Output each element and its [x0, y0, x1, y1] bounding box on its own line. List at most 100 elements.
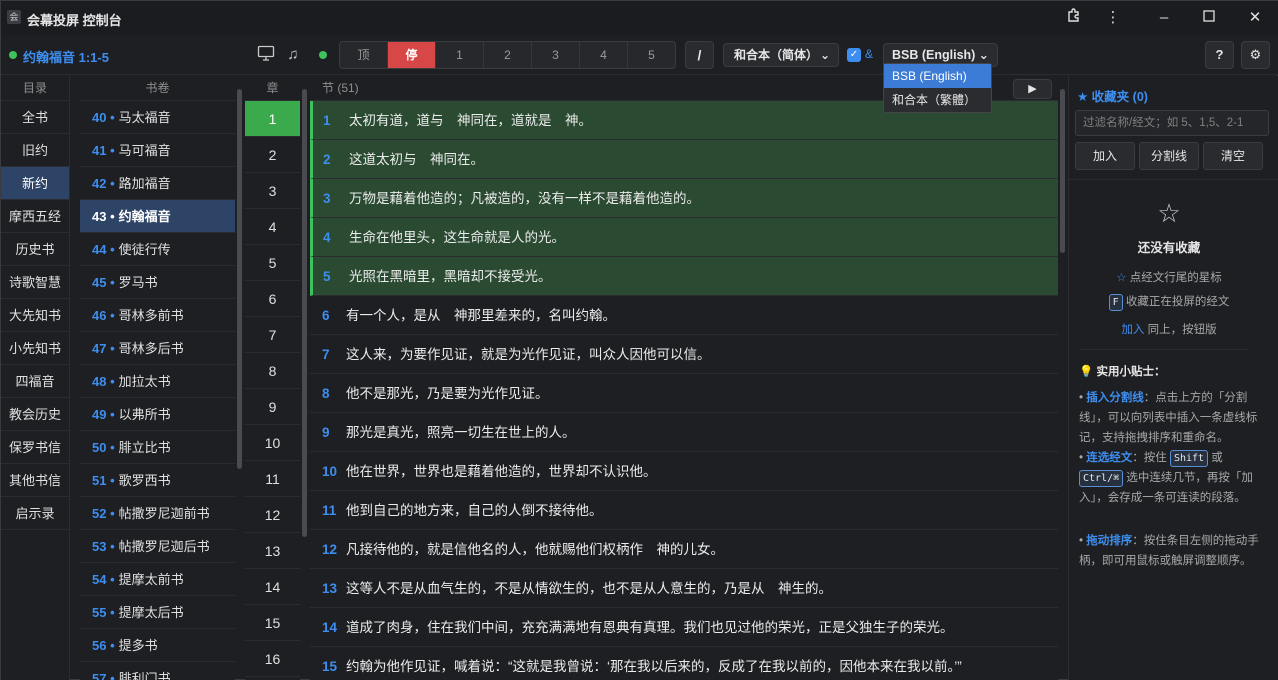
more-menu-icon[interactable]: ⋮ — [1101, 7, 1125, 29]
verse-row[interactable]: 14 道成了肉身，住在我们中间，充充满满地有恩典有真理。我们也见过他的荣光，正是父… — [310, 608, 1058, 647]
settings-gear-icon[interactable]: ⚙ — [1241, 41, 1270, 69]
chapter-item[interactable]: 16 — [245, 641, 300, 677]
book-item[interactable]: 49 • 以弗所书 — [80, 398, 235, 431]
catalog-item[interactable]: 历史书 — [1, 233, 69, 266]
chapter-item[interactable]: 8 — [245, 353, 300, 389]
chapter-item[interactable]: 15 — [245, 605, 300, 641]
chapter-item[interactable]: 12 — [245, 497, 300, 533]
verse-row[interactable]: 10 他在世界，世界也是藉着他造的，世界却不认识他。 — [310, 452, 1058, 491]
chapter-item[interactable]: 13 — [245, 533, 300, 569]
book-item[interactable]: 55 • 提摩太后书 — [80, 596, 235, 629]
catalog-item[interactable]: 全书 — [1, 101, 69, 134]
clear-favorites-button[interactable]: 清空 — [1203, 142, 1263, 170]
add-favorite-button[interactable]: 加入 — [1075, 142, 1135, 170]
chapter-item[interactable]: 5 — [245, 245, 300, 281]
chapter-item[interactable]: 2 — [245, 137, 300, 173]
book-item[interactable]: 53 • 帖撒罗尼迦后书 — [80, 530, 235, 563]
seg-5-button[interactable]: 5 — [628, 42, 675, 68]
catalog-item[interactable]: 摩西五经 — [1, 200, 69, 233]
help-button[interactable]: ? — [1205, 41, 1234, 69]
seg-top-button[interactable]: 顶 — [340, 42, 388, 68]
seg-3-button[interactable]: 3 — [532, 42, 580, 68]
verse-list: 1 太初有道，道与 神同在，道就是 神。 2 这道太初与 神同在。 3 万物是藉着他造的；… — [310, 101, 1058, 680]
book-name: 罗马书 — [118, 275, 158, 290]
music-icon[interactable]: ♫ — [283, 45, 303, 65]
verse-scrollbar[interactable] — [1060, 89, 1065, 253]
verse-text: 他不是那光，乃是要为光作见证。 — [346, 386, 549, 401]
book-item[interactable]: 45 • 罗马书 — [80, 266, 235, 299]
catalog-item[interactable]: 诗歌智慧 — [1, 266, 69, 299]
chapter-item[interactable]: 14 — [245, 569, 300, 605]
book-item[interactable]: 57 • 腓利门书 — [80, 662, 235, 680]
verse-row-projected[interactable]: 2 这道太初与 神同在。 — [310, 140, 1058, 179]
catalog-item[interactable]: 启示录 — [1, 497, 69, 530]
dropdown-option-traditional[interactable]: 和合本（繁體） — [884, 88, 991, 112]
seg-stop-button[interactable]: 停 — [388, 42, 436, 68]
book-item-active[interactable]: 43 • 约翰福音 — [80, 200, 235, 233]
verse-row[interactable]: 7 这人来，为要作见证，就是为光作见证，叫众人因他可以信。 — [310, 335, 1058, 374]
dropdown-option-bsb[interactable]: BSB (English) — [884, 64, 991, 88]
verse-row-projected[interactable]: 4 生命在他里头，这生命就是人的光。 — [310, 218, 1058, 257]
catalog-item[interactable]: 四福音 — [1, 365, 69, 398]
catalog-item[interactable]: 保罗书信 — [1, 431, 69, 464]
book-name: 帖撒罗尼迦后书 — [118, 539, 210, 554]
maximize-button[interactable] — [1197, 7, 1221, 29]
book-item[interactable]: 46 • 哥林多前书 — [80, 299, 235, 332]
book-item[interactable]: 50 • 腓立比书 — [80, 431, 235, 464]
minimize-button[interactable]: – — [1152, 7, 1176, 29]
verse-number: 10 — [322, 464, 338, 479]
chapter-item[interactable]: 4 — [245, 209, 300, 245]
book-item[interactable]: 48 • 加拉太书 — [80, 365, 235, 398]
book-item[interactable]: 51 • 歌罗西书 — [80, 464, 235, 497]
verse-row[interactable]: 15 约翰为他作见证，喊着说：“这就是我曾说：‘那在我以后来的，反成了在我以前的，… — [310, 647, 1058, 680]
chapter-item[interactable]: 10 — [245, 425, 300, 461]
verse-row-projected[interactable]: 3 万物是藉着他造的；凡被造的，没有一样不是藉着他造的。 — [310, 179, 1058, 218]
book-scrollbar[interactable] — [237, 89, 242, 469]
seg-2-button[interactable]: 2 — [484, 42, 532, 68]
seg-4-button[interactable]: 4 — [580, 42, 628, 68]
verse-row[interactable]: 8 他不是那光，乃是要为光作见证。 — [310, 374, 1058, 413]
close-button[interactable]: ✕ — [1243, 7, 1267, 29]
seg-1-button[interactable]: 1 — [436, 42, 484, 68]
catalog-item[interactable]: 小先知书 — [1, 332, 69, 365]
book-item[interactable]: 54 • 提摩太前书 — [80, 563, 235, 596]
catalog-item-active[interactable]: 新约 — [1, 167, 69, 200]
book-item[interactable]: 40 • 马太福音 — [80, 101, 235, 134]
verse-row-projected[interactable]: 5 光照在黑暗里，黑暗却不接受光。 — [310, 257, 1058, 296]
chapter-item[interactable]: 6 — [245, 281, 300, 317]
book-item[interactable]: 47 • 哥林多后书 — [80, 332, 235, 365]
extension-icon[interactable] — [1062, 7, 1086, 29]
favorites-filter-input[interactable]: 过滤名称/经文；如 5、1,5、2-1 — [1075, 110, 1269, 136]
verse-row[interactable]: 9 那光是真光，照亮一切生在世上的人。 — [310, 413, 1058, 452]
current-reference: 约翰福音 1:1-5 — [23, 50, 109, 65]
chapter-scrollbar[interactable] — [302, 89, 307, 537]
monitor-icon[interactable] — [256, 45, 276, 65]
chapter-item[interactable]: 9 — [245, 389, 300, 425]
book-item[interactable]: 42 • 路加福音 — [80, 167, 235, 200]
catalog-item[interactable]: 旧约 — [1, 134, 69, 167]
chapter-item[interactable]: 7 — [245, 317, 300, 353]
catalog-item[interactable]: 教会历史 — [1, 398, 69, 431]
verse-row[interactable]: 11 他到自己的地方来，自己的人倒不接待他。 — [310, 491, 1058, 530]
book-item[interactable]: 44 • 使徒行传 — [80, 233, 235, 266]
book-item[interactable]: 52 • 帖撒罗尼迦前书 — [80, 497, 235, 530]
book-name: 歌罗西书 — [118, 473, 171, 488]
verse-row[interactable]: 12 凡接待他的，就是信他名的人，他就赐他们权柄作 神的儿女。 — [310, 530, 1058, 569]
verse-row[interactable]: 13 这等人不是从血气生的，不是从情欲生的，也不是从人意生的，乃是从 神生的。 — [310, 569, 1058, 608]
catalog-item[interactable]: 大先知书 — [1, 299, 69, 332]
book-item[interactable]: 41 • 马可福音 — [80, 134, 235, 167]
chapter-item[interactable]: 11 — [245, 461, 300, 497]
play-button[interactable]: ▶ — [1013, 79, 1052, 99]
primary-version-select[interactable]: 和合本（简体） ⌄ — [723, 43, 839, 67]
verse-text: 生命在他里头，这生命就是人的光。 — [349, 230, 565, 245]
verse-row[interactable]: 6 有一个人，是从 神那里差来的，名叫约翰。 — [310, 296, 1058, 335]
catalog-item[interactable]: 其他书信 — [1, 464, 69, 497]
hint-row-2: F 收藏正在投屏的经文 — [1069, 293, 1269, 311]
chapter-item-active[interactable]: 1 — [245, 101, 300, 137]
status-dot-icon — [9, 51, 17, 59]
chapter-item[interactable]: 3 — [245, 173, 300, 209]
book-item[interactable]: 56 • 提多书 — [80, 629, 235, 662]
insert-divider-button[interactable]: 分割线 — [1139, 142, 1199, 170]
secondary-version-checkbox[interactable]: ✓ — [847, 48, 861, 62]
slash-button[interactable]: / — [685, 41, 714, 69]
